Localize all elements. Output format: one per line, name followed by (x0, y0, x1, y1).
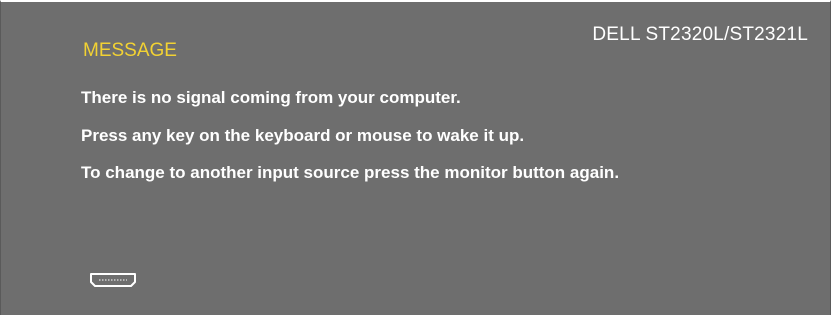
no-signal-osd-panel: DELL ST2320L/ST2321L MESSAGE There is no… (0, 0, 831, 315)
message-line-2: Press any key on the keyboard or mouse t… (81, 126, 525, 145)
message-line-1: There is no signal coming from your comp… (81, 88, 461, 107)
monitor-model-label: DELL ST2320L/ST2321L (592, 24, 808, 45)
message-line-3: To change to another input source press … (81, 163, 620, 182)
hdmi-port-icon (90, 273, 136, 287)
message-title: MESSAGE (83, 40, 177, 61)
